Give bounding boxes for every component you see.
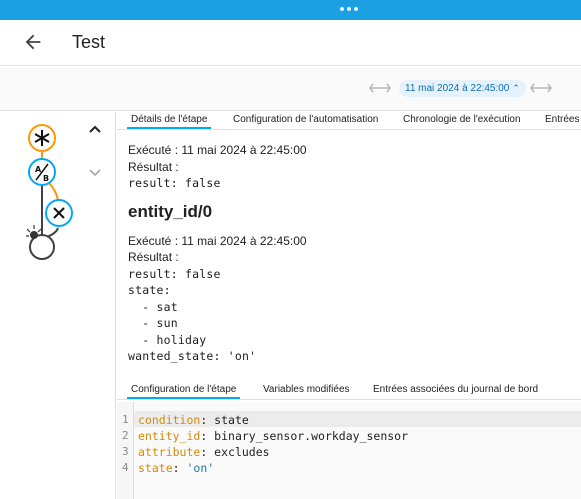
result-value: result: false (128, 176, 221, 190)
chevron-down-icon[interactable] (88, 167, 102, 177)
tab-step-config[interactable]: Configuration de l'étape (127, 382, 241, 399)
tab-logbook-entries[interactable]: Entrées associées du journal de bord (369, 382, 542, 399)
more-dots-icon[interactable] (340, 7, 358, 11)
code-line: attribute: excludes (138, 445, 270, 459)
code-line: state: 'on' (138, 461, 214, 475)
yaml-sep: : (172, 461, 187, 475)
action-light-icon[interactable] (26, 225, 55, 260)
line-number: 3 (122, 445, 129, 458)
yaml-key: entity_id (138, 429, 201, 443)
tab-changed-variables[interactable]: Variables modifiées (259, 382, 354, 399)
svg-text:B: B (43, 174, 49, 183)
executed-text: Exécuté : 11 mai 2024 à 22:45:00 (128, 233, 307, 248)
line-number: 4 (122, 461, 129, 474)
yaml-key: state (138, 461, 173, 475)
failed-x-icon[interactable] (45, 199, 73, 227)
result-line: - holiday (128, 332, 207, 347)
trace-graph: A B (26, 124, 73, 260)
app-header: Test (0, 20, 581, 66)
top-bar (0, 0, 581, 20)
yaml-value: state (214, 413, 249, 427)
entity-heading: entity_id/0 (128, 201, 213, 221)
trace-tabs: Détails de l'étape Configuration de l'au… (117, 112, 581, 130)
yaml-key: attribute (138, 445, 201, 459)
trigger-icon[interactable] (28, 124, 56, 152)
result-line: - sun (128, 316, 178, 330)
back-arrow-icon[interactable] (22, 31, 44, 53)
result-label: Résultat : (128, 250, 179, 264)
tab-inputs[interactable]: Entrées (541, 112, 581, 129)
line-number: 2 (122, 429, 129, 442)
select-caret-icon: ⌃ (512, 83, 520, 93)
yaml-value: binary_sensor.workday_sensor (214, 429, 409, 443)
code-line: entity_id: binary_sensor.workday_sensor (138, 429, 408, 443)
page-title: Test (72, 32, 106, 52)
line-number: 1 (122, 413, 129, 426)
trace-date-text: 11 mai 2024 à 22:45:00 (405, 83, 510, 94)
result-line: wanted_state: 'on' (128, 349, 257, 363)
tab-step-details[interactable]: Détails de l'étape (127, 112, 212, 129)
chevron-up-icon[interactable] (88, 124, 102, 134)
trace-date-select[interactable]: 11 mai 2024 à 22:45:00 ⌃ (399, 80, 526, 97)
executed-text: Exécuté : 11 mai 2024 à 22:45:00 (128, 143, 307, 157)
yaml-value: excludes (214, 445, 270, 459)
yaml-sep: : (200, 413, 215, 427)
line-number-gutter: 1 2 3 4 (117, 402, 134, 499)
step-subtabs: Configuration de l'étape Variables modif… (117, 382, 581, 400)
code-line: condition: state (138, 413, 249, 427)
first-trace-arrow-icon[interactable] (369, 81, 391, 95)
condition-ab-icon[interactable]: A B (28, 158, 56, 186)
result-line: state: (128, 283, 171, 297)
step-details: Exécuté : 11 mai 2024 à 22:45:00 Résulta… (128, 130, 578, 365)
result-line: - sat (128, 299, 178, 314)
tab-timeline[interactable]: Chronologie de l'exécution (399, 112, 525, 129)
yaml-sep: : (200, 429, 215, 443)
trace-graph-pane: A B (0, 112, 116, 499)
yaml-code-editor[interactable]: 1 2 3 4 condition: state entity_id: bina… (117, 402, 581, 499)
trace-toolbar: 11 mai 2024 à 22:45:00 ⌃ (0, 67, 581, 111)
result-label: Résultat : (128, 159, 179, 174)
yaml-value: 'on' (186, 461, 215, 475)
last-trace-arrow-icon[interactable] (530, 81, 552, 95)
result-line: result: false (128, 266, 221, 281)
tab-automation-config[interactable]: Configuration de l'automatisation (229, 112, 382, 129)
yaml-key: condition (138, 413, 201, 427)
yaml-sep: : (200, 445, 215, 459)
